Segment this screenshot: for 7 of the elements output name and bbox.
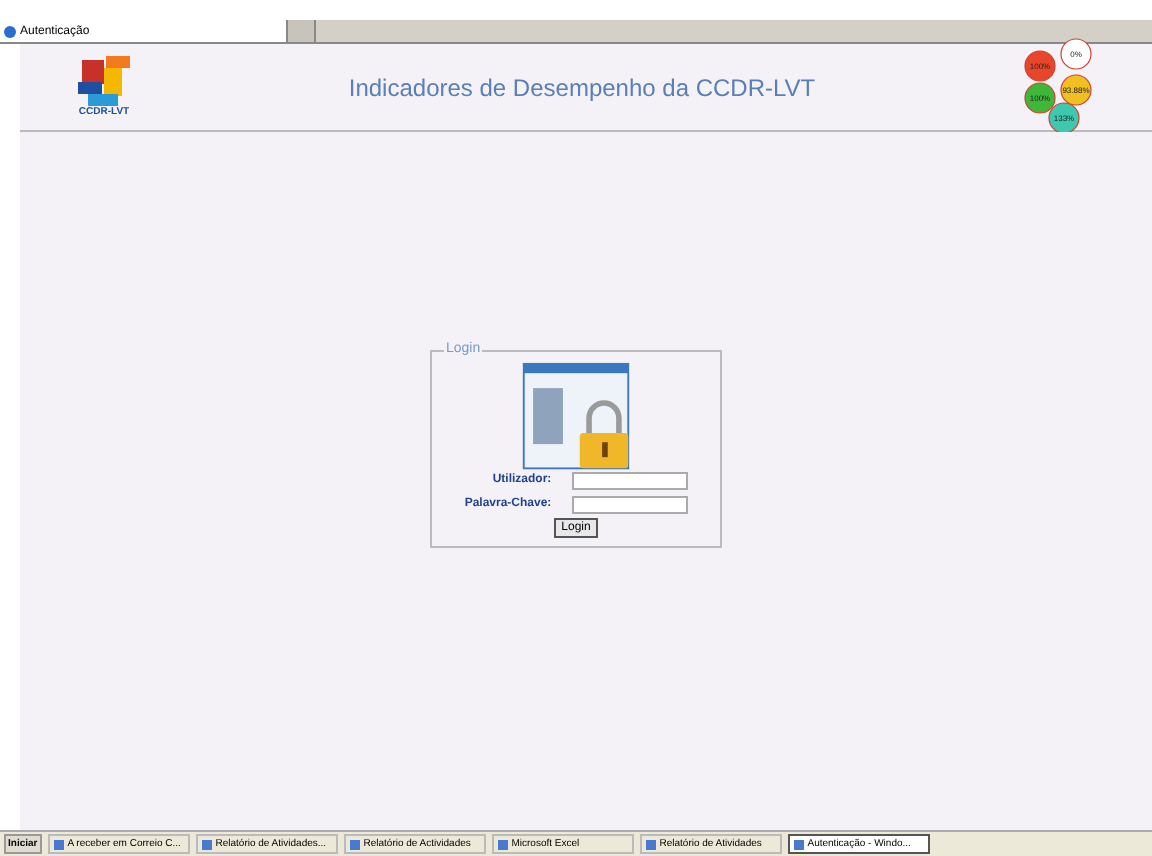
input-field[interactable] bbox=[571, 495, 688, 514]
logo-icon bbox=[74, 56, 134, 108]
page-title: Indicadores de Desempenho da CCDR-LVT bbox=[348, 71, 816, 105]
input-field[interactable] bbox=[571, 471, 688, 490]
browser-icon bbox=[4, 25, 16, 37]
tab-button[interactable] bbox=[288, 20, 316, 42]
lock-window-icon bbox=[518, 361, 634, 470]
